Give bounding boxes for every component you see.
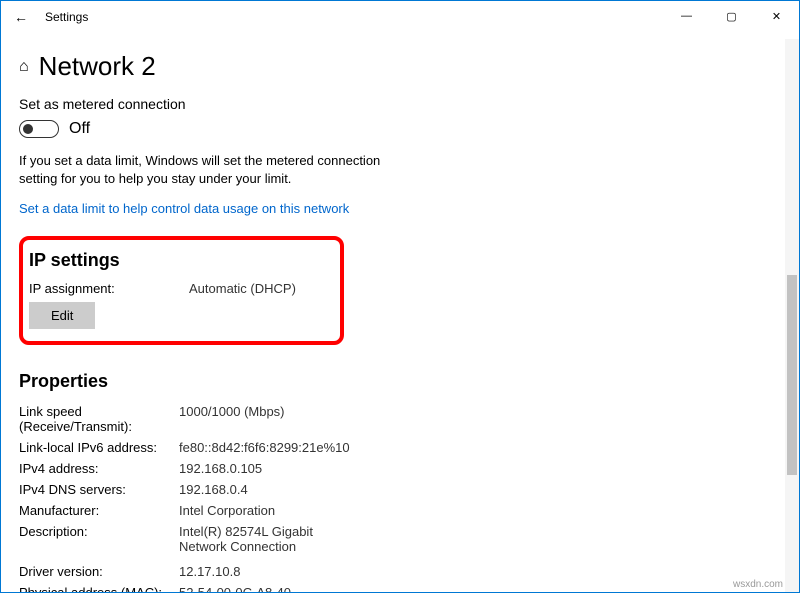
ip-assignment-row: IP assignment: Automatic (DHCP) — [29, 281, 330, 296]
home-icon[interactable]: ⌂ — [19, 58, 29, 76]
ip-assignment-label: IP assignment: — [29, 281, 189, 296]
data-limit-link[interactable]: Set a data limit to help control data us… — [19, 201, 781, 216]
prop-key: Link-local IPv6 address: — [19, 440, 179, 455]
prop-value: 192.168.0.105 — [179, 461, 262, 476]
window-title: Settings — [45, 10, 88, 24]
scrollbar[interactable] — [785, 39, 799, 592]
ip-settings-section: IP settings IP assignment: Automatic (DH… — [19, 236, 344, 345]
metered-toggle[interactable] — [19, 120, 59, 138]
edit-button[interactable]: Edit — [29, 302, 95, 329]
scrollbar-thumb[interactable] — [787, 275, 797, 475]
toggle-knob — [23, 124, 33, 134]
prop-key: IPv4 address: — [19, 461, 179, 476]
back-button[interactable]: ← — [9, 9, 33, 25]
table-row: Link-local IPv6 address: fe80::8d42:f6f6… — [19, 440, 781, 455]
properties-section: Properties Link speed (Receive/Transmit)… — [19, 371, 781, 592]
prop-key: IPv4 DNS servers: — [19, 482, 179, 497]
table-row: Physical address (MAC): 52-54-00-0C-A8-4… — [19, 585, 781, 592]
page-header: ⌂ Network 2 — [19, 51, 781, 82]
prop-value: 52-54-00-0C-A8-40 — [179, 585, 291, 592]
ip-assignment-value: Automatic (DHCP) — [189, 281, 296, 296]
properties-heading: Properties — [19, 371, 781, 392]
table-row: Link speed (Receive/Transmit): 1000/1000… — [19, 404, 781, 434]
prop-value: 12.17.10.8 — [179, 564, 240, 579]
toggle-state-label: Off — [69, 120, 90, 138]
content-area: ⌂ Network 2 Set as metered connection Of… — [1, 33, 799, 592]
prop-key: Physical address (MAC): — [19, 585, 179, 592]
prop-value: Intel(R) 82574L Gigabit Network Connecti… — [179, 524, 359, 554]
prop-value: Intel Corporation — [179, 503, 275, 518]
table-row: Manufacturer: Intel Corporation — [19, 503, 781, 518]
prop-value: fe80::8d42:f6f6:8299:21e%10 — [179, 440, 350, 455]
window-controls: — ▢ ✕ — [664, 1, 799, 31]
minimize-button[interactable]: — — [664, 1, 709, 31]
prop-value: 192.168.0.4 — [179, 482, 248, 497]
metered-description: If you set a data limit, Windows will se… — [19, 152, 399, 187]
watermark: wsxdn.com — [733, 579, 783, 590]
page-title: Network 2 — [39, 51, 156, 82]
prop-key: Driver version: — [19, 564, 179, 579]
metered-label: Set as metered connection — [19, 96, 781, 112]
prop-key: Description: — [19, 524, 179, 554]
table-row: Description: Intel(R) 82574L Gigabit Net… — [19, 524, 781, 554]
prop-key: Manufacturer: — [19, 503, 179, 518]
table-row: IPv4 DNS servers: 192.168.0.4 — [19, 482, 781, 497]
ip-settings-heading: IP settings — [29, 250, 330, 271]
close-button[interactable]: ✕ — [754, 1, 799, 31]
table-row: Driver version: 12.17.10.8 — [19, 564, 781, 579]
prop-key: Link speed (Receive/Transmit): — [19, 404, 179, 434]
table-row: IPv4 address: 192.168.0.105 — [19, 461, 781, 476]
prop-value: 1000/1000 (Mbps) — [179, 404, 285, 434]
metered-toggle-row: Off — [19, 120, 781, 138]
maximize-button[interactable]: ▢ — [709, 1, 754, 31]
